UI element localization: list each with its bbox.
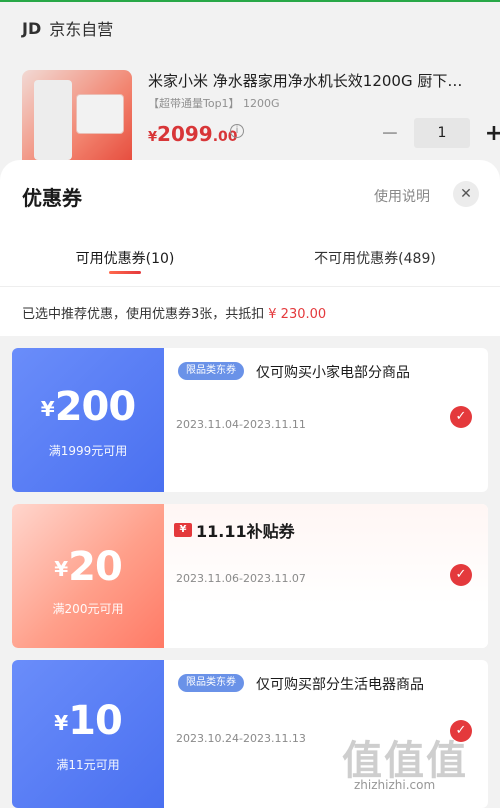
coupon-stub: ¥20 满200元可用	[12, 504, 164, 648]
selected-check-icon[interactable]: ✓	[450, 406, 472, 428]
coupon-currency: ¥	[54, 557, 69, 581]
active-tab-indicator	[109, 271, 141, 274]
watermark-url: zhizhizhi.com	[354, 778, 436, 792]
discount-summary: 已选中推荐优惠，使用优惠券3张，共抵扣 ¥ 230.00	[22, 303, 326, 322]
coupon-condition: 满1999元可用	[48, 444, 128, 458]
coupon-currency: ¥	[40, 397, 55, 421]
coupon-body: ¥ 11.11补贴券 2023.11.06-2023.11.07 ✓	[164, 504, 488, 648]
tab-unavailable-label: 不可用优惠券(489)	[314, 251, 436, 267]
tab-unavailable[interactable]: 不可用优惠券(489)	[250, 240, 500, 284]
yen-badge-icon: ¥	[174, 523, 192, 537]
tab-available[interactable]: 可用优惠券(10)	[0, 240, 250, 284]
category-tag: 限品类东券	[178, 674, 244, 692]
coupon-stub: ¥10 满11元可用	[12, 660, 164, 808]
coupon-currency: ¥	[54, 711, 69, 735]
coupon-amount: 10	[68, 698, 123, 744]
coupon-description: 仅可购买部分生活电器商品	[256, 677, 424, 693]
coupon-value: ¥20	[12, 544, 164, 590]
coupon-value: ¥200	[12, 384, 164, 430]
summary-text: 已选中推荐优惠，使用优惠券3张，共抵扣	[22, 307, 265, 322]
tab-available-label: 可用优惠券(10)	[75, 251, 175, 267]
coupon-amount: 200	[54, 384, 136, 430]
close-button[interactable]: ✕	[453, 181, 479, 207]
coupon-body: 限品类东券 仅可购买小家电部分商品 2023.11.04-2023.11.11 …	[164, 348, 488, 492]
sheet-title: 优惠券	[22, 186, 82, 210]
coupon-stub: ¥200 满1999元可用	[12, 348, 164, 492]
subsidy-badge: ¥ 11.11补贴券	[174, 518, 295, 542]
sheet-header: 优惠券 使用说明 ✕ 可用优惠券(10) 不可用优惠券(489) 已选中推荐优惠…	[0, 160, 500, 336]
coupon-card[interactable]: ¥200 满1999元可用 限品类东券 仅可购买小家电部分商品 2023.11.…	[12, 348, 488, 492]
coupon-value: ¥10	[12, 698, 164, 744]
summary-amount: ¥ 230.00	[268, 307, 327, 322]
subsidy-badge-text: 11.11补贴券	[196, 522, 295, 541]
selected-check-icon[interactable]: ✓	[450, 564, 472, 586]
coupon-condition: 满11元可用	[56, 758, 120, 772]
coupon-description: 仅可购买小家电部分商品	[256, 365, 410, 381]
usage-help-link[interactable]: 使用说明	[374, 186, 430, 206]
coupon-condition: 满200元可用	[52, 602, 124, 616]
coupon-tabs: 可用优惠券(10) 不可用优惠券(489)	[0, 240, 500, 284]
coupon-dates: 2023.11.06-2023.11.07	[176, 572, 306, 585]
coupon-dates: 2023.11.04-2023.11.11	[176, 418, 306, 431]
divider	[0, 286, 500, 287]
coupon-dates: 2023.10.24-2023.11.13	[176, 732, 306, 745]
category-tag: 限品类东券	[178, 362, 244, 380]
coupon-sheet: 优惠券 使用说明 ✕ 可用优惠券(10) 不可用优惠券(489) 已选中推荐优惠…	[0, 160, 500, 808]
coupon-amount: 20	[68, 544, 123, 590]
coupon-card[interactable]: ¥20 满200元可用 ¥ 11.11补贴券 2023.11.06-2023.1…	[12, 504, 488, 648]
